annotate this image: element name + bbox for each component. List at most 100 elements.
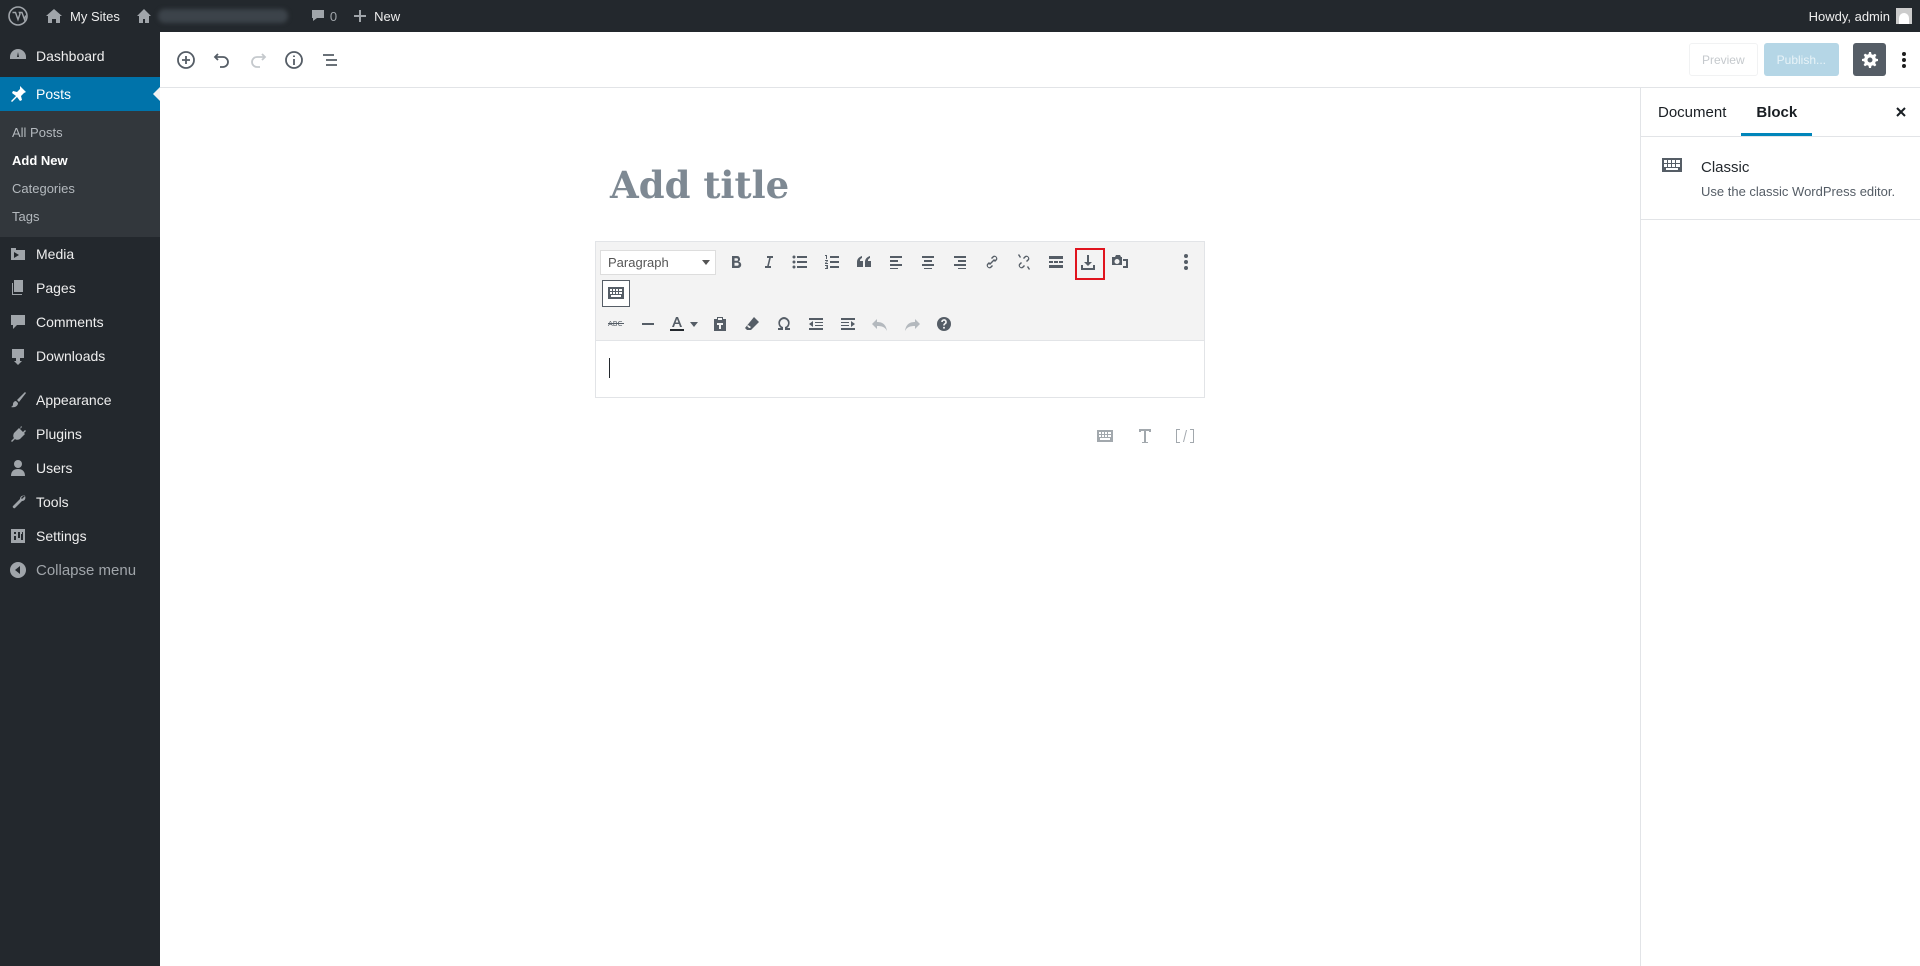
settings-toggle-button[interactable]	[1853, 43, 1886, 76]
redo-button[interactable]	[240, 42, 276, 78]
insert-download-button[interactable]	[1072, 248, 1105, 280]
align-right-icon	[954, 256, 966, 269]
more-tools-button[interactable]	[1892, 42, 1916, 78]
clear-formatting-button[interactable]	[736, 310, 768, 338]
undo-button[interactable]	[204, 42, 240, 78]
classic-block[interactable]: Paragraph	[595, 241, 1205, 398]
bold-button[interactable]	[720, 248, 752, 276]
insert-shortcode-button[interactable]	[1165, 421, 1205, 451]
avatar	[1896, 8, 1912, 24]
sites-icon	[46, 9, 62, 23]
strikethrough-icon: ABC	[608, 320, 624, 328]
close-settings-button[interactable]	[1882, 88, 1920, 136]
redo-icon	[251, 52, 267, 68]
block-inserter-shortcuts	[1085, 421, 1205, 451]
outdent-icon	[809, 318, 823, 330]
omega-icon	[778, 317, 790, 330]
format-select[interactable]: Paragraph	[600, 249, 716, 275]
remove-link-button[interactable]	[1008, 248, 1040, 276]
sidebar-item-plugins[interactable]: Plugins	[0, 417, 160, 451]
chevron-down-icon	[702, 259, 710, 269]
block-description: Use the classic WordPress editor.	[1701, 184, 1896, 199]
horizontal-line-button[interactable]	[632, 310, 664, 338]
wordpress-logo-icon[interactable]	[0, 0, 36, 32]
sidebar-item-tools[interactable]: Tools	[0, 485, 160, 519]
italic-button[interactable]	[752, 248, 784, 276]
keyboard-icon	[608, 287, 624, 299]
bullet-list-icon	[792, 255, 807, 269]
submenu-categories[interactable]: Categories	[0, 174, 160, 202]
strikethrough-button[interactable]: ABC	[600, 310, 632, 338]
sidebar-item-posts[interactable]: Posts	[0, 77, 160, 111]
paste-as-text-button[interactable]	[704, 310, 736, 338]
align-center-button[interactable]	[912, 248, 944, 276]
insert-heading-button[interactable]	[1125, 421, 1165, 451]
redo-button[interactable]	[896, 310, 928, 338]
sidebar-item-users[interactable]: Users	[0, 451, 160, 485]
undo-icon	[213, 52, 229, 68]
sidebar-item-appearance[interactable]: Appearance	[0, 383, 160, 417]
close-icon	[1896, 107, 1906, 117]
content-info-button[interactable]	[276, 42, 312, 78]
keyboard-shortcuts-button[interactable]	[928, 310, 960, 338]
collapse-menu-button[interactable]: Collapse menu	[0, 553, 160, 587]
more-options-button[interactable]	[1174, 248, 1198, 276]
increase-indent-button[interactable]	[832, 310, 864, 338]
new-content-menu[interactable]: New	[345, 0, 408, 32]
numbered-list-button[interactable]	[816, 248, 848, 276]
preview-button[interactable]: Preview	[1688, 43, 1758, 76]
post-title-input[interactable]: Add title	[610, 163, 789, 207]
list-icon	[323, 53, 337, 66]
tab-document[interactable]: Document	[1643, 88, 1741, 136]
sidebar-item-comments[interactable]: Comments	[0, 305, 160, 339]
submenu-add-new[interactable]: Add New	[0, 146, 160, 174]
classic-editor-body[interactable]	[596, 341, 1204, 397]
header-toolbar	[168, 42, 348, 78]
sidebar-item-media[interactable]: Media	[0, 237, 160, 271]
undo-button[interactable]	[864, 310, 896, 338]
decrease-indent-button[interactable]	[800, 310, 832, 338]
submenu-all-posts[interactable]: All Posts	[0, 118, 160, 146]
site-name-menu[interactable]	[128, 0, 296, 32]
align-left-icon	[890, 256, 902, 269]
my-sites-menu[interactable]: My Sites	[36, 0, 128, 32]
plug-icon	[8, 424, 28, 444]
bullet-list-button[interactable]	[784, 248, 816, 276]
unlink-icon	[1018, 254, 1030, 270]
settings-sidebar: Document Block Classic Use the classic W…	[1640, 88, 1920, 966]
sidebar-item-dashboard[interactable]: Dashboard	[0, 39, 160, 73]
posts-submenu: All Posts Add New Categories Tags	[0, 111, 160, 237]
media-icon	[8, 244, 28, 264]
toolbar-toggle-button[interactable]	[602, 279, 630, 307]
submenu-tags[interactable]: Tags	[0, 202, 160, 230]
special-character-button[interactable]	[768, 310, 800, 338]
keyboard-icon	[1097, 430, 1113, 442]
text-color-icon	[670, 317, 684, 331]
plus-circle-icon	[177, 50, 195, 69]
undo-icon	[872, 319, 887, 331]
sidebar-item-downloads[interactable]: Downloads	[0, 339, 160, 373]
block-name: Classic	[1701, 159, 1750, 176]
help-icon	[937, 317, 951, 331]
align-right-button[interactable]	[944, 248, 976, 276]
text-color-button[interactable]	[664, 310, 704, 338]
sidebar-item-pages[interactable]: Pages	[0, 271, 160, 305]
read-more-button[interactable]	[1040, 248, 1072, 276]
site-name-blurred	[157, 9, 288, 23]
publish-button[interactable]: Publish...	[1763, 43, 1839, 76]
brush-icon	[8, 390, 28, 410]
my-account-menu[interactable]: Howdy, admin	[1801, 0, 1920, 32]
add-block-button[interactable]	[168, 42, 204, 78]
block-card: Classic Use the classic WordPress editor…	[1641, 137, 1920, 220]
comments-menu[interactable]: 0	[302, 0, 345, 32]
tab-block[interactable]: Block	[1741, 88, 1812, 136]
align-left-button[interactable]	[880, 248, 912, 276]
add-media-button[interactable]	[1104, 248, 1136, 276]
read-more-icon	[1049, 256, 1063, 268]
block-navigation-button[interactable]	[312, 42, 348, 78]
wrench-icon	[8, 492, 28, 512]
sidebar-item-settings[interactable]: Settings	[0, 519, 160, 553]
blockquote-button[interactable]	[848, 248, 880, 276]
insert-classic-button[interactable]	[1085, 421, 1125, 451]
insert-link-button[interactable]	[976, 248, 1008, 276]
